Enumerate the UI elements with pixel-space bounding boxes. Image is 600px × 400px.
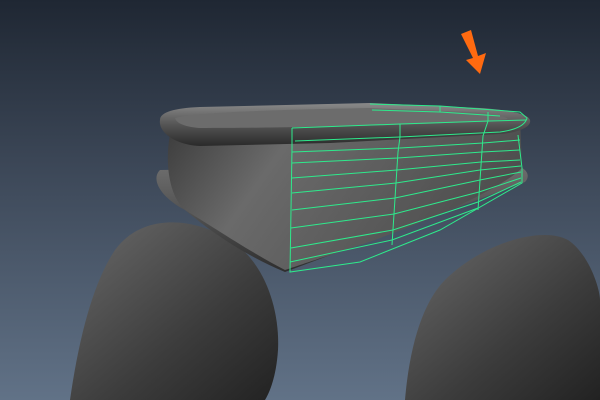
arrow-down-icon [461, 30, 486, 74]
viewport-scene [70, 30, 600, 400]
right-foot-mesh[interactable] [405, 234, 600, 400]
3d-viewport[interactable] [0, 0, 600, 400]
